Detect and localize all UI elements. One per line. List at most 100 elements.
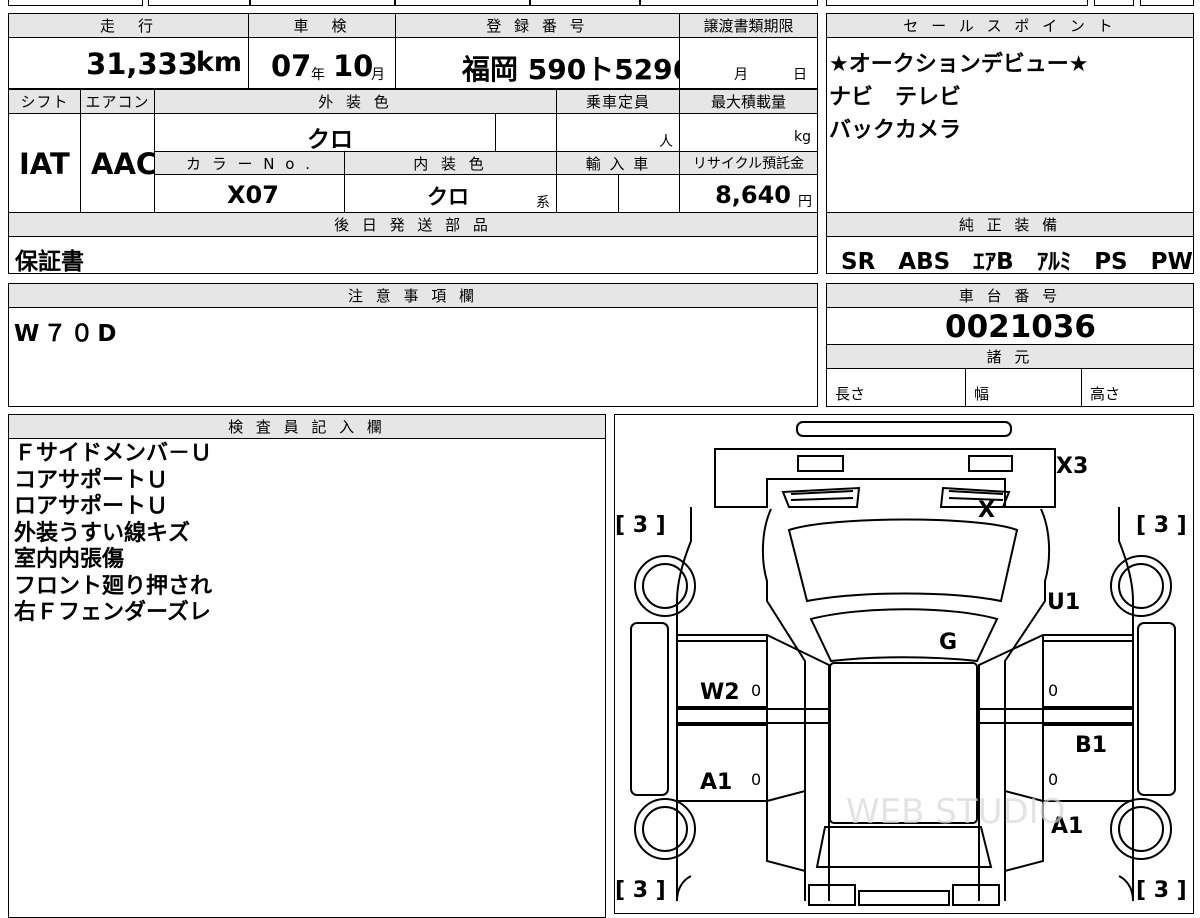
- spec-length-cell: 長さ: [826, 368, 966, 407]
- inspector-note: 外装うすい線キズ: [14, 520, 191, 546]
- car-diagram: [ 3 ] [ 3 ] [ 3 ] [ 3 ] X3 X U1 G W2 B1 …: [615, 421, 1187, 906]
- later-parts-value: 保証書: [15, 249, 84, 275]
- sales-point-line-2: ナビ テレビ: [829, 85, 962, 110]
- shift-value: IAT: [19, 147, 70, 181]
- door-zero: 0: [1048, 770, 1058, 789]
- inspector-note: Ｆサイドメンバ－Ｕ: [14, 441, 213, 466]
- mark-right-rear-door: B1: [1075, 733, 1107, 758]
- top-strip-cell-3: [250, 0, 395, 6]
- transfer-deadline-header: 譲渡書類期限: [679, 13, 818, 38]
- chassis-number: 0021036: [945, 309, 1096, 345]
- color-no-cell: X07: [154, 174, 345, 213]
- max-load-header: 最大積載量: [679, 89, 818, 114]
- equipment-header: 純 正 装 備: [826, 212, 1194, 237]
- registration-number: 福岡 590ト5296: [462, 53, 693, 86]
- mark-top-right: X3: [1056, 454, 1088, 479]
- max-load-cell: kg: [679, 113, 818, 152]
- registration-header: 登 録 番 号: [395, 13, 680, 38]
- top-strip-cell-4: [395, 0, 530, 6]
- top-strip-cell-5: [530, 0, 640, 6]
- spec-width-label: 幅: [974, 385, 990, 403]
- top-strip-cell-1: [8, 0, 143, 6]
- aircon-cell: AAC: [80, 113, 158, 213]
- inspector-note: ロアサポートＵ: [14, 494, 169, 519]
- inspection-header: 車 検: [248, 13, 396, 38]
- door-zero: 0: [751, 770, 761, 789]
- mark-right-fender: U1: [1047, 590, 1080, 615]
- interior-suffix: 系: [536, 195, 550, 211]
- inspector-cell: Ｆサイドメンバ－Ｕ コアサポートＵ ロアサポートＵ 外装うすい線キズ 室内内張傷…: [8, 438, 606, 918]
- sales-point-line-1: ★オークションデビュー★: [829, 52, 1089, 77]
- door-zero: 0: [751, 681, 761, 700]
- shift-header: シフト: [8, 89, 81, 114]
- exterior-color-value: クロ: [307, 127, 353, 153]
- mark-left-rear-door: A1: [700, 770, 732, 795]
- import-cell-left: [556, 174, 619, 213]
- chassis-cell: 0021036: [826, 307, 1194, 345]
- inspector-note: フロント廻り押され: [14, 573, 213, 599]
- spec-height-label: 高さ: [1090, 385, 1121, 403]
- recycle-header: リサイクル預託金: [679, 151, 818, 175]
- inspector-note: コアサポートＵ: [14, 467, 169, 493]
- exterior-color-header: 外 装 色: [154, 89, 557, 114]
- remarks-cell: W７０D: [8, 307, 818, 407]
- sales-point-cell: ★オークションデビュー★ ナビ テレビ バックカメラ: [826, 37, 1194, 213]
- recycle-value: 8,640: [715, 181, 791, 209]
- mileage-header: 走 行: [8, 13, 249, 38]
- mark-roof: G: [939, 630, 957, 655]
- spec-length-label: 長さ: [835, 385, 866, 403]
- tire-top-left-label: [ 3 ]: [615, 513, 666, 538]
- tire-bottom-right-label: [ 3 ]: [1136, 878, 1187, 903]
- top-strip-cell-6: [640, 0, 818, 6]
- equipment-value: SR ABS ｴｱB ｱﾙﾐ PS PW: [841, 249, 1193, 275]
- chassis-header: 車 台 番 号: [826, 283, 1194, 308]
- month-unit: 月: [371, 67, 385, 83]
- top-strip-cell-2: [148, 0, 250, 6]
- aircon-value: AAC: [91, 147, 158, 181]
- aircon-header: エアコン: [80, 89, 155, 114]
- top-strip-cell-9: [1140, 0, 1194, 6]
- interior-color-cell: クロ 系: [344, 174, 557, 213]
- recycle-unit: 円: [798, 194, 812, 210]
- sales-point-header: セ ー ル ス ポ イ ン ト: [826, 13, 1194, 38]
- capacity-unit: 人: [659, 134, 673, 150]
- inspection-month: 10: [333, 49, 374, 83]
- capacity-cell: 人: [556, 113, 680, 152]
- specs-header: 諸 元: [826, 344, 1194, 369]
- exterior-color-code-cell: [495, 113, 557, 152]
- max-load-unit: kg: [794, 129, 811, 145]
- sales-point-line-3: バックカメラ: [829, 118, 962, 143]
- mark-left-front-door: W2: [700, 680, 740, 705]
- door-zero: 0: [1048, 681, 1058, 700]
- remarks-value: W７０D: [14, 321, 121, 347]
- import-header: 輸 入 車: [556, 151, 680, 175]
- color-no-header: カ ラ ー N o .: [154, 151, 345, 175]
- watermark: WEB STUDIO: [846, 792, 1065, 832]
- remarks-header: 注 意 事 項 欄: [8, 283, 818, 308]
- shift-cell: IAT: [8, 113, 81, 213]
- inspection-cell: 07 年 10 月: [248, 37, 396, 89]
- mileage-cell: 31,333 km: [8, 37, 249, 89]
- top-strip-cell-8: [1094, 0, 1134, 6]
- tire-bottom-left-label: [ 3 ]: [615, 878, 666, 903]
- mark-hood: X: [978, 498, 995, 523]
- car-diagram-panel: [ 3 ] [ 3 ] [ 3 ] [ 3 ] X3 X U1 G W2 B1 …: [614, 414, 1194, 914]
- mileage-value: 31,333: [86, 47, 198, 81]
- exterior-color-cell: クロ: [154, 113, 496, 153]
- interior-color-value: クロ: [427, 185, 469, 209]
- spec-width-cell: 幅: [965, 368, 1082, 407]
- interior-color-header: 内 装 色: [344, 151, 557, 175]
- mileage-unit: km: [195, 47, 242, 78]
- registration-cell: 福岡 590ト5296: [395, 37, 692, 89]
- inspection-year: 07: [271, 49, 312, 83]
- later-parts-header: 後 日 発 送 部 品: [8, 212, 818, 237]
- transfer-day-unit: 日: [793, 67, 807, 83]
- import-cell-right: [618, 174, 680, 213]
- transfer-month-unit: 月: [734, 67, 748, 83]
- color-no-value: X07: [227, 181, 279, 209]
- inspector-header: 検 査 員 記 入 欄: [8, 414, 606, 439]
- transfer-deadline-cell: 月 日: [679, 37, 818, 89]
- top-strip-cell-7: [826, 0, 1088, 6]
- later-parts-cell: 保証書: [8, 236, 818, 275]
- inspector-note: 室内内張傷: [14, 547, 125, 572]
